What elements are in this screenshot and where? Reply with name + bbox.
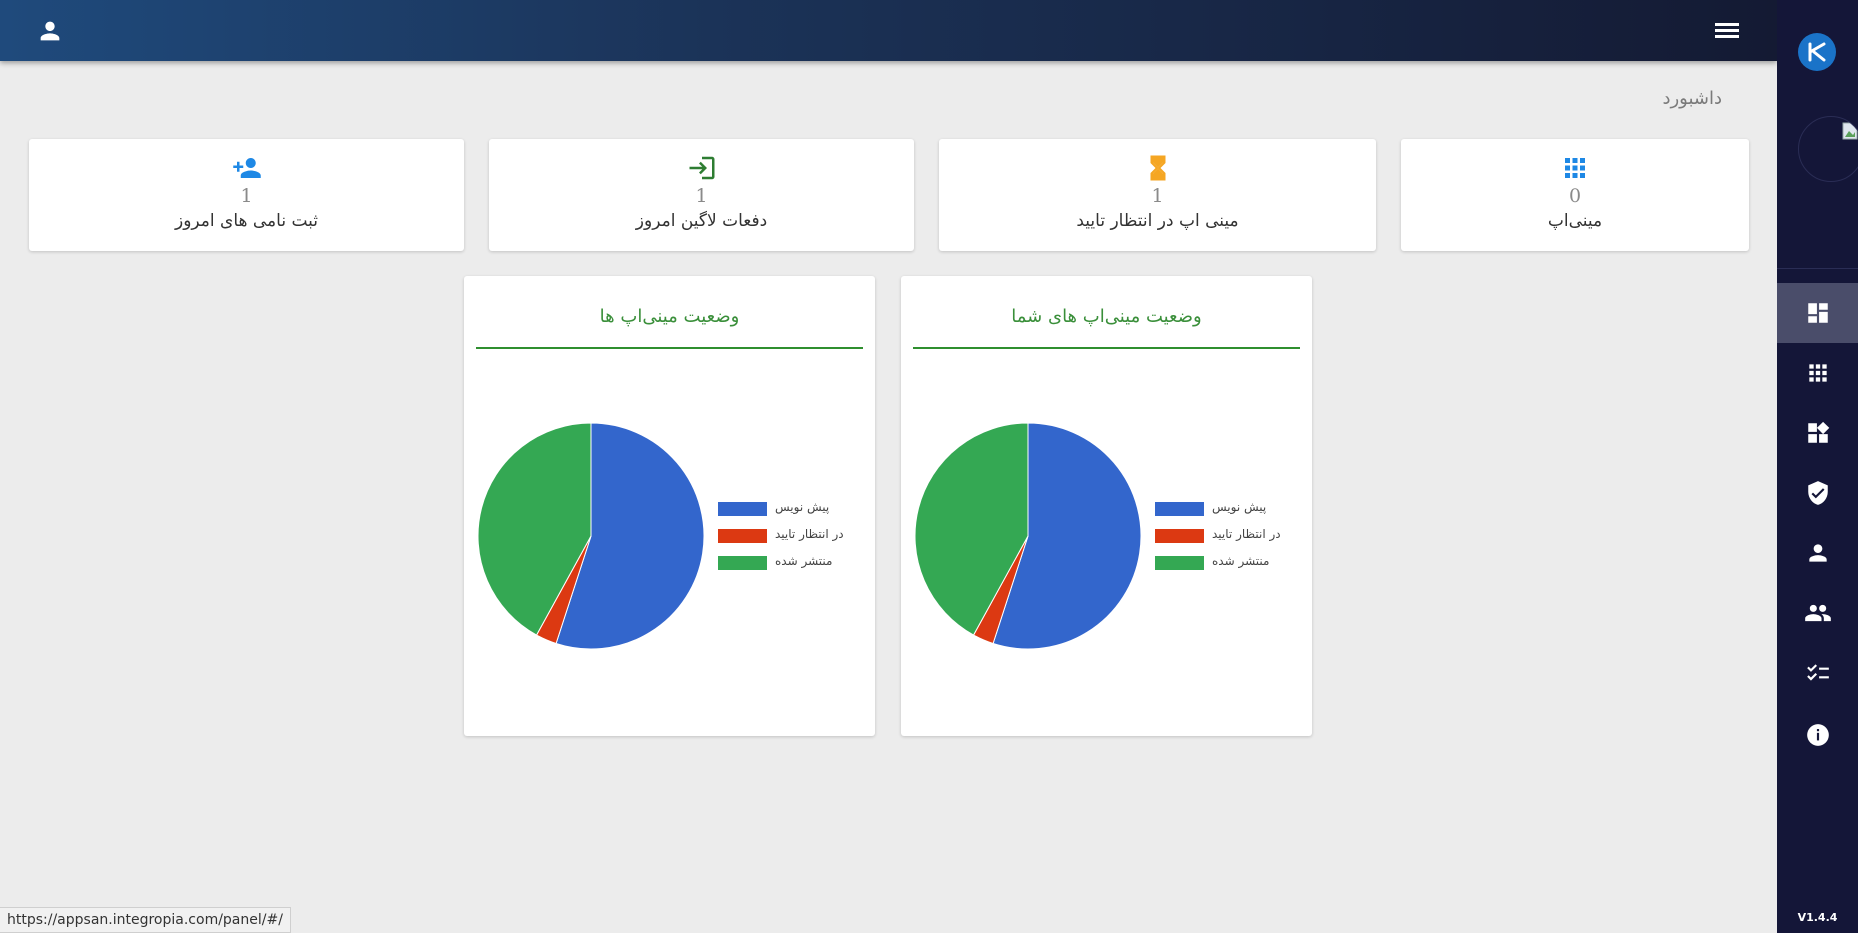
sidebar-divider (1777, 268, 1858, 269)
shield-check-icon (1807, 481, 1828, 505)
person-add-icon (232, 158, 261, 178)
legend-item[interactable]: منتشر شده (718, 554, 878, 571)
pie-chart (477, 422, 705, 650)
stat-value: 1 (695, 185, 708, 207)
group-icon (1804, 604, 1831, 622)
legend-item[interactable]: پیش نویس (1155, 500, 1315, 517)
stat-label: دفعات لاگین امروز (635, 211, 768, 231)
legend-swatch (718, 556, 767, 570)
legend-item[interactable]: پیش نویس (718, 500, 878, 517)
legend-label: در انتظار تایید (1212, 527, 1281, 541)
stat-value: 1 (1151, 185, 1164, 207)
pie-chart (914, 422, 1142, 650)
avatar[interactable] (1798, 116, 1858, 182)
sidebar-item-tasks[interactable] (1777, 643, 1858, 703)
stat-value: 0 (1568, 185, 1582, 207)
sidebar: V1.4.4 (1777, 0, 1858, 933)
chart-card-all-miniapps: وضعیت مینی‌اپ ها پیش نویس در انتظار تایید… (464, 276, 875, 736)
chart-card-your-miniapps: وضعیت مینی‌اپ های شما پیش نویس در انتظار … (901, 276, 1312, 736)
person-icon (1808, 544, 1827, 562)
legend-swatch (718, 502, 767, 516)
dashboard-icon (1807, 303, 1828, 323)
legend-item[interactable]: در انتظار تایید (718, 527, 878, 544)
legend-swatch (1155, 556, 1204, 570)
sidebar-item-dashboard[interactable] (1777, 283, 1858, 343)
legend-label: پیش نویس (775, 500, 830, 514)
stat-card-miniapps[interactable]: 0 مینی‌اپ (1401, 139, 1749, 251)
checklist-icon (1806, 664, 1829, 681)
stat-label: مینی اپ در انتظار تایید (1076, 211, 1239, 231)
page-title: داشبورد (1662, 88, 1722, 109)
legend-swatch (1155, 529, 1204, 543)
apps-grid-icon (1565, 158, 1585, 178)
menu-toggle-button[interactable] (1712, 17, 1742, 43)
chart-title: وضعیت مینی‌اپ های شما (1011, 306, 1202, 327)
stat-card-registrations[interactable]: 1 ثبت نامی های امروز (29, 139, 464, 251)
chart-title: وضعیت مینی‌اپ ها (599, 306, 740, 327)
chart-title-underline (913, 347, 1300, 349)
stat-card-logins[interactable]: 1 دفعات لاگین امروز (489, 139, 914, 251)
legend-swatch (718, 529, 767, 543)
stat-label: مینی‌اپ (1547, 211, 1603, 231)
legend-label: منتشر شده (1212, 554, 1270, 568)
app-logo[interactable] (1798, 33, 1836, 71)
legend-label: منتشر شده (775, 554, 833, 568)
legend-label: پیش نویس (1212, 500, 1267, 514)
stat-card-pending[interactable]: 1 مینی اپ در انتظار تایید (939, 139, 1376, 251)
legend-label: در انتظار تایید (775, 527, 844, 541)
user-profile-button[interactable] (36, 17, 64, 45)
legend-item[interactable]: در انتظار تایید (1155, 527, 1315, 544)
widgets-icon (1807, 421, 1829, 443)
hourglass-icon (1150, 155, 1165, 181)
sidebar-item-about[interactable] (1777, 705, 1858, 765)
legend-item[interactable]: منتشر شده (1155, 554, 1315, 571)
info-icon (1806, 724, 1829, 746)
sidebar-item-users[interactable] (1777, 583, 1858, 643)
status-bar-url: https://appsan.integropia.com/panel/#/ (0, 907, 291, 933)
top-bar (0, 0, 1777, 61)
hamburger-icon (1715, 23, 1739, 38)
stat-label: ثبت نامی های امروز (174, 211, 319, 231)
sidebar-item-security[interactable] (1777, 463, 1858, 523)
legend-swatch (1155, 502, 1204, 516)
sidebar-item-widgets[interactable] (1777, 403, 1858, 463)
stat-value: 1 (240, 185, 253, 207)
chart-title-underline (476, 347, 863, 349)
sidebar-item-profile[interactable] (1777, 523, 1858, 583)
person-icon (40, 21, 60, 41)
apps-grid-icon (1808, 364, 1827, 382)
sidebar-item-miniapps[interactable] (1777, 343, 1858, 403)
login-icon (689, 156, 714, 180)
app-version: V1.4.4 (1797, 911, 1838, 924)
